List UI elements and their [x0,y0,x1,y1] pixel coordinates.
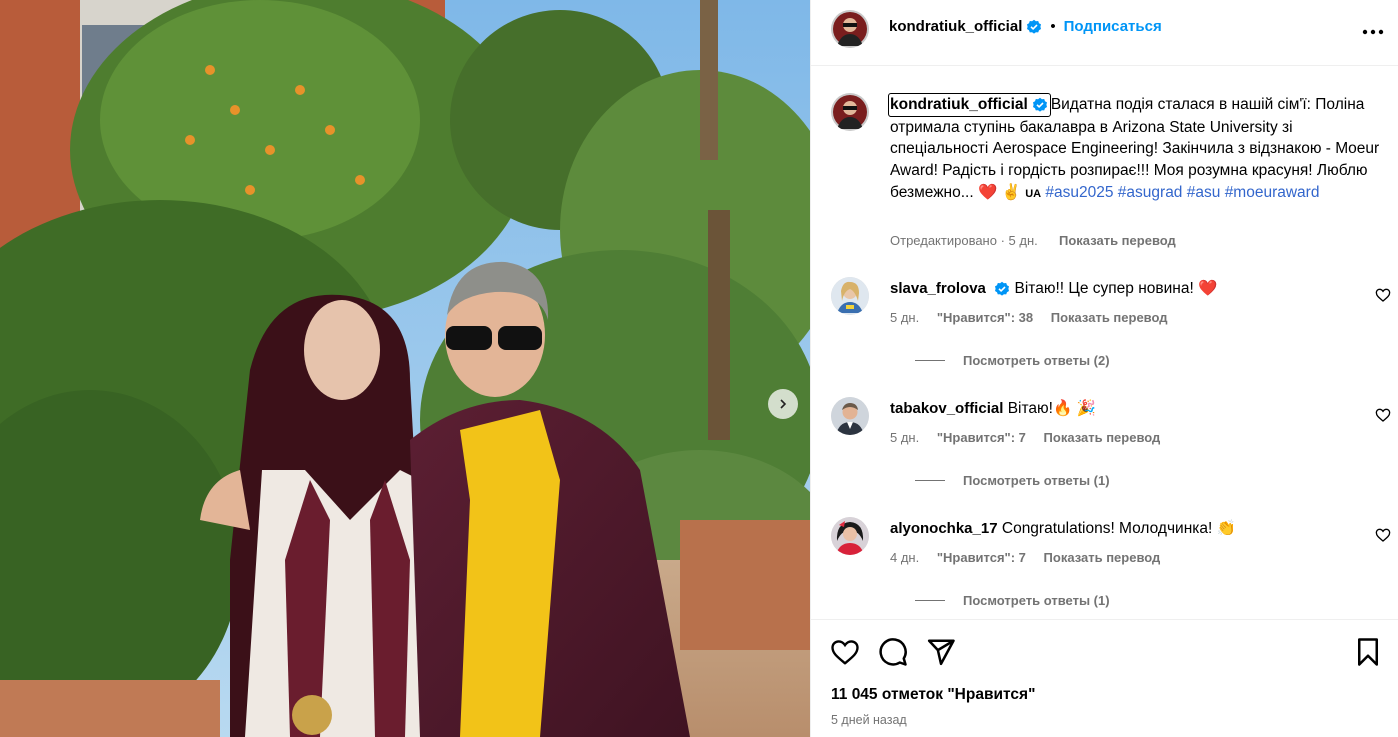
verified-badge-icon [1032,97,1047,112]
view-replies-button[interactable]: Посмотреть ответы (2) [915,353,1110,368]
comment-bubble-icon[interactable] [878,637,908,667]
comment-item: slava_frolova Вітаю!! Це супер новина! ❤… [831,277,1391,397]
comment-time[interactable]: 5 дн. [890,310,919,325]
view-replies-label: Посмотреть ответы (2) [963,353,1110,368]
caption-username[interactable]: kondratiuk_official [888,93,1051,117]
dot-separator: • [1050,18,1056,35]
comment-likes[interactable]: "Нравится": 7 [937,430,1026,445]
comment-body: Вітаю!! Це супер новина! ❤️ [1014,280,1218,297]
header-user-row: kondratiuk_official • Подписаться [889,18,1162,35]
author-username[interactable]: kondratiuk_official [889,18,1022,35]
comment-translate-button[interactable]: Показать перевод [1051,310,1168,325]
view-replies-label: Посмотреть ответы (1) [963,593,1110,608]
view-replies-button[interactable]: Посмотреть ответы (1) [915,473,1110,488]
avatar-image [831,277,869,315]
caption-meta: Отредактировано · 5 дн. Показать перевод [890,233,1176,248]
hashtag-link[interactable]: #moeuraward [1225,184,1320,201]
comment-text-row: alyonochka_17 Congratulations! Молодчинк… [890,519,1236,538]
likes-count[interactable]: 11 045 отметок "Нравится" [831,686,1035,704]
bookmark-icon[interactable] [1353,637,1383,667]
caption-time[interactable]: 5 дн. [1009,233,1038,248]
meta-dot: · [1000,233,1009,248]
next-photo-button[interactable] [768,389,798,419]
view-replies-button[interactable]: Посмотреть ответы (1) [915,593,1110,608]
comment-time[interactable]: 5 дн. [890,430,919,445]
comments-list[interactable]: kondratiuk_official Видатна подія сталас… [811,66,1398,619]
comment-avatar[interactable] [831,277,869,315]
author-avatar[interactable] [831,10,869,48]
post-header: kondratiuk_official • Подписаться [811,0,1398,66]
caption-avatar[interactable] [831,93,869,131]
comment-username[interactable]: slava_frolova [890,280,986,297]
post-side-panel: kondratiuk_official • Подписаться kondra… [810,0,1398,737]
view-replies-label: Посмотреть ответы (1) [963,473,1110,488]
heart-outline-icon[interactable] [1375,527,1391,543]
hashtag-link[interactable]: #asu [1187,184,1221,201]
comment-time[interactable]: 4 дн. [890,550,919,565]
avatar-image [831,10,869,48]
heart-outline-icon[interactable] [1375,407,1391,423]
avatar-image [831,397,869,435]
ua-flag: UA [1025,187,1042,200]
comment-body: Congratulations! Молодчинка! 👏 [1001,520,1236,537]
heart-outline-icon[interactable] [830,637,860,667]
comment-avatar[interactable] [831,397,869,435]
comment-likes[interactable]: "Нравится": 7 [937,550,1026,565]
post-date[interactable]: 5 дней назад [831,713,907,727]
comment-text-row: slava_frolova Вітаю!! Це супер новина! ❤… [890,279,1217,298]
comment-username[interactable]: tabakov_official [890,400,1003,417]
comment-username[interactable]: alyonochka_17 [890,520,998,537]
comment-meta: 5 дн. "Нравится": 38 Показать перевод [890,310,1182,325]
comment-item: tabakov_official Вітаю!🔥 🎉 5 дн. "Нравит… [831,397,1391,517]
comment-translate-button[interactable]: Показать перевод [1044,430,1161,445]
comment-avatar[interactable] [831,517,869,555]
avatar-image [831,517,869,555]
graduation-photo [0,0,810,737]
more-options-button[interactable] [1361,20,1385,44]
post-actions: 11 045 отметок "Нравится" 5 дней назад [811,619,1398,737]
replies-line [915,600,945,601]
caption-text: kondratiuk_official Видатна подія сталас… [888,93,1380,206]
edited-label: Отредактировано [890,233,997,248]
chevron-right-icon [780,399,787,409]
comment-meta: 5 дн. "Нравится": 7 Показать перевод [890,430,1174,445]
verified-badge-icon [1027,19,1042,34]
avatar-image [831,93,869,131]
caption-username-label: kondratiuk_official [890,96,1028,113]
hashtag-link[interactable]: #asugrad [1118,184,1183,201]
post-photo [0,0,810,737]
comment-meta: 4 дн. "Нравится": 7 Показать перевод [890,550,1174,565]
comment-translate-button[interactable]: Показать перевод [1044,550,1161,565]
hashtag-link[interactable]: #asu2025 [1045,184,1113,201]
comment-text-row: tabakov_official Вітаю!🔥 🎉 [890,399,1096,418]
paper-plane-icon[interactable] [926,637,956,667]
comment-item: alyonochka_17 Congratulations! Молодчинк… [831,517,1391,619]
caption-translate-button[interactable]: Показать перевод [1059,233,1176,248]
more-horizontal-icon [1362,29,1384,35]
verified-badge-icon [995,281,1010,296]
comment-body: Вітаю!🔥 🎉 [1007,400,1096,417]
replies-line [915,360,945,361]
follow-button[interactable]: Подписаться [1064,18,1162,35]
heart-outline-icon[interactable] [1375,287,1391,303]
comment-likes[interactable]: "Нравится": 38 [937,310,1033,325]
replies-line [915,480,945,481]
